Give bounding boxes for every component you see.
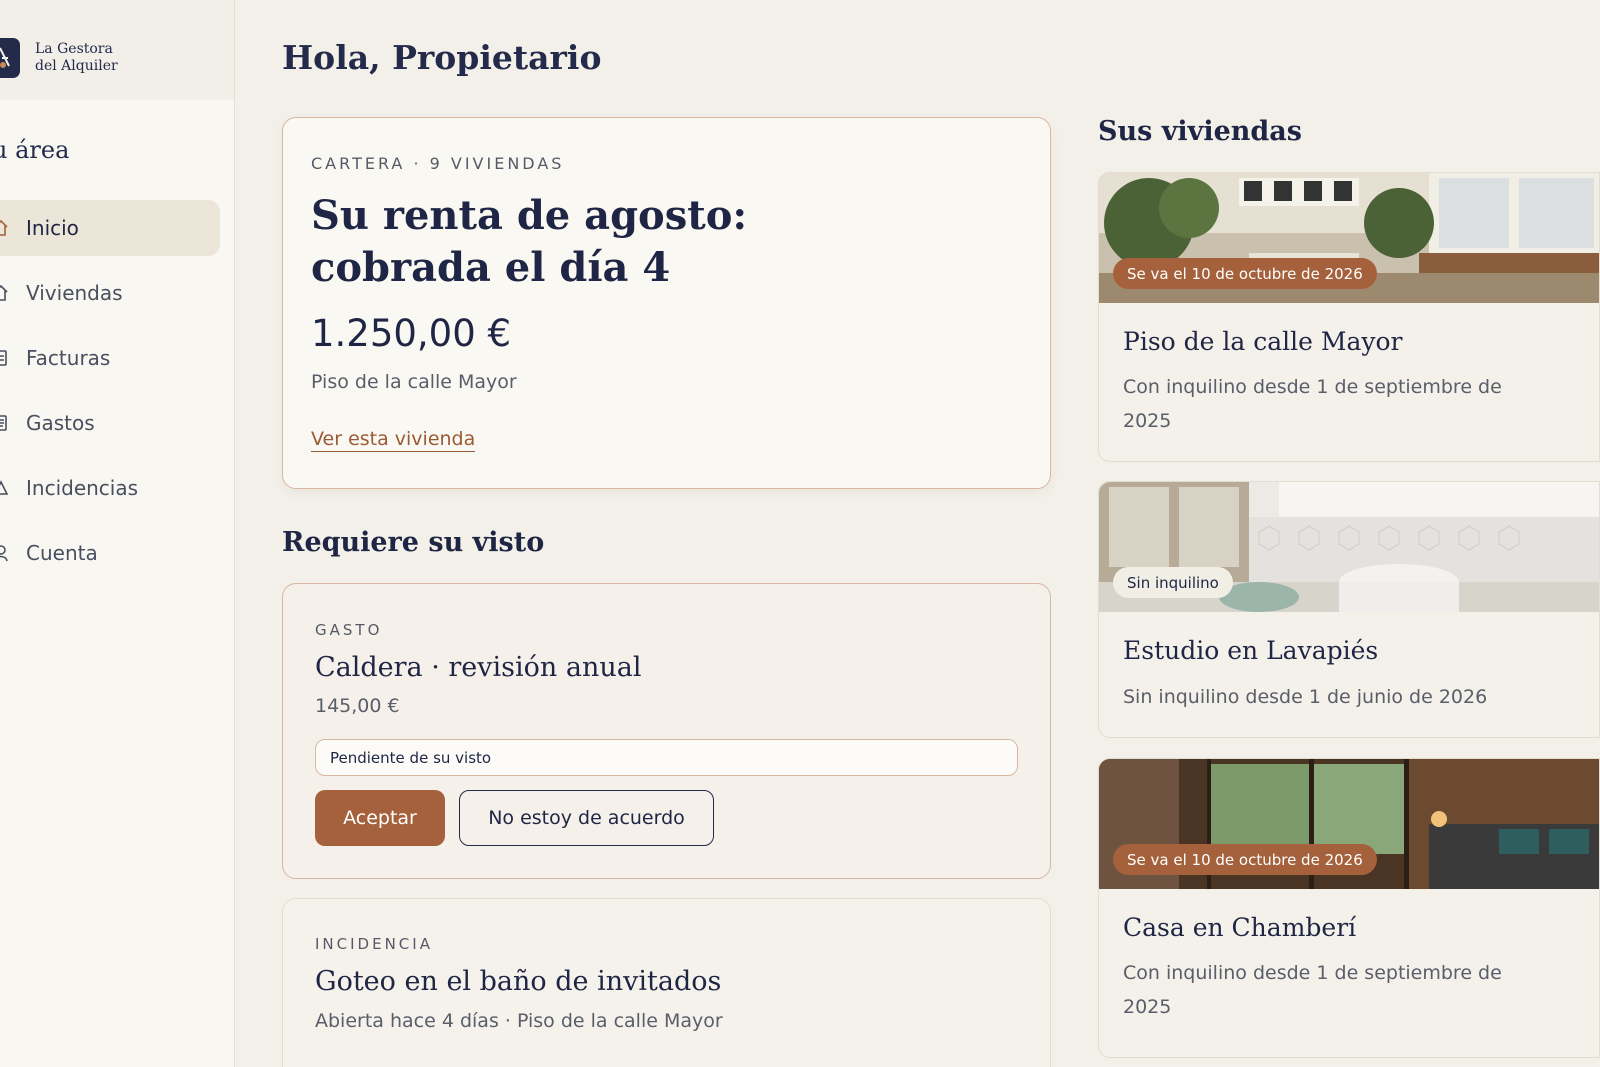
sidebar: La Gestora del Alquiler u área Inicio Vi…: [0, 0, 235, 1067]
sidebar-item-label: Viviendas: [26, 281, 123, 305]
receipt-icon: [0, 415, 7, 431]
sidebar-item-label: Cuenta: [26, 541, 98, 565]
brand-line-1: La Gestora: [35, 41, 113, 57]
invoice-icon: [0, 350, 7, 366]
rent-amount: 1.250,00 €: [311, 312, 512, 355]
expense-review-card: GASTO Caldera · revisión anual 145,00 € …: [282, 583, 1051, 879]
property-photo: Sin inquilino: [1099, 482, 1599, 612]
sidebar-item-label: Facturas: [26, 346, 111, 370]
rent-status-title: Su renta de agosto: cobrada el día 4: [311, 192, 748, 291]
property-name: Estudio en Lavapiés: [1123, 636, 1379, 665]
property-description: Sin inquilino desde 1 de junio de 2026: [1123, 686, 1488, 708]
sidebar-item-label: Incidencias: [26, 476, 139, 500]
property-name: Piso de la calle Mayor: [1123, 327, 1403, 356]
incident-eyebrow: INCIDENCIA: [315, 935, 433, 953]
sidebar-item-inicio[interactable]: Inicio: [0, 200, 220, 256]
property-card[interactable]: Se va el 10 de octubre de 2026 Piso de l…: [1098, 172, 1600, 462]
expense-title: Caldera · revisión anual: [315, 652, 642, 683]
sidebar-item-viviendas[interactable]: Viviendas: [0, 265, 220, 321]
home-icon: [0, 219, 8, 236]
sidebar-item-cuenta[interactable]: Cuenta: [0, 525, 220, 581]
sidebar-item-label: Inicio: [26, 216, 79, 240]
incident-meta: Abierta hace 4 días · Piso de la calle M…: [315, 1010, 723, 1032]
pending-status: Pendiente de su visto: [315, 739, 1018, 776]
brand[interactable]: La Gestora del Alquiler: [0, 0, 234, 100]
property-card[interactable]: Sin inquilino Estudio en Lavapiés Sin in…: [1098, 481, 1600, 738]
property-name: Casa en Chamberí: [1123, 913, 1357, 942]
brand-line-2: del Alquiler: [35, 58, 118, 74]
page-title: Hola, Propietario: [282, 38, 602, 77]
rent-property: Piso de la calle Mayor: [311, 371, 517, 393]
property-photo: Se va el 10 de octubre de 2026: [1099, 173, 1599, 303]
status-badge: Se va el 10 de octubre de 2026: [1113, 258, 1377, 289]
warning-icon: [0, 480, 8, 495]
accept-button[interactable]: Aceptar: [315, 790, 445, 846]
logo-icon: [0, 38, 20, 78]
sidebar-item-incidencias[interactable]: Incidencias: [0, 460, 220, 516]
property-card[interactable]: Se va el 10 de octubre de 2026 Casa en C…: [1098, 758, 1600, 1058]
incident-card[interactable]: INCIDENCIA Goteo en el baño de invitados…: [282, 898, 1051, 1067]
sidebar-item-gastos[interactable]: Gastos: [0, 395, 220, 451]
expense-price: 145,00 €: [315, 695, 400, 717]
property-description: Con inquilino desde 1 de septiembre de 2…: [1123, 376, 1502, 432]
sidebar-title: u área: [0, 136, 70, 164]
property-description: Con inquilino desde 1 de septiembre de 2…: [1123, 962, 1502, 1018]
sidebar-item-facturas[interactable]: Facturas: [0, 330, 220, 386]
portfolio-eyebrow: CARTERA · 9 VIVIENDAS: [311, 154, 565, 173]
rent-summary-card: CARTERA · 9 VIVIENDAS Su renta de agosto…: [282, 117, 1051, 489]
review-section-title: Requiere su visto: [282, 527, 545, 558]
sidebar-item-label: Gastos: [26, 411, 95, 435]
brand-name: La Gestora del Alquiler: [35, 41, 118, 75]
disagree-button[interactable]: No estoy de acuerdo: [459, 790, 714, 846]
properties-title: Sus viviendas: [1098, 116, 1303, 147]
status-badge: Se va el 10 de octubre de 2026: [1113, 844, 1377, 875]
sidebar-nav: Inicio Viviendas Facturas Gastos Inciden…: [0, 200, 220, 590]
incident-title: Goteo en el baño de invitados: [315, 966, 722, 997]
status-badge: Sin inquilino: [1113, 567, 1233, 598]
view-property-link[interactable]: Ver esta vivienda: [311, 428, 476, 452]
property-photo: Se va el 10 de octubre de 2026: [1099, 759, 1599, 889]
expense-eyebrow: GASTO: [315, 621, 383, 639]
house-icon: [0, 284, 8, 301]
user-icon: [0, 545, 8, 562]
